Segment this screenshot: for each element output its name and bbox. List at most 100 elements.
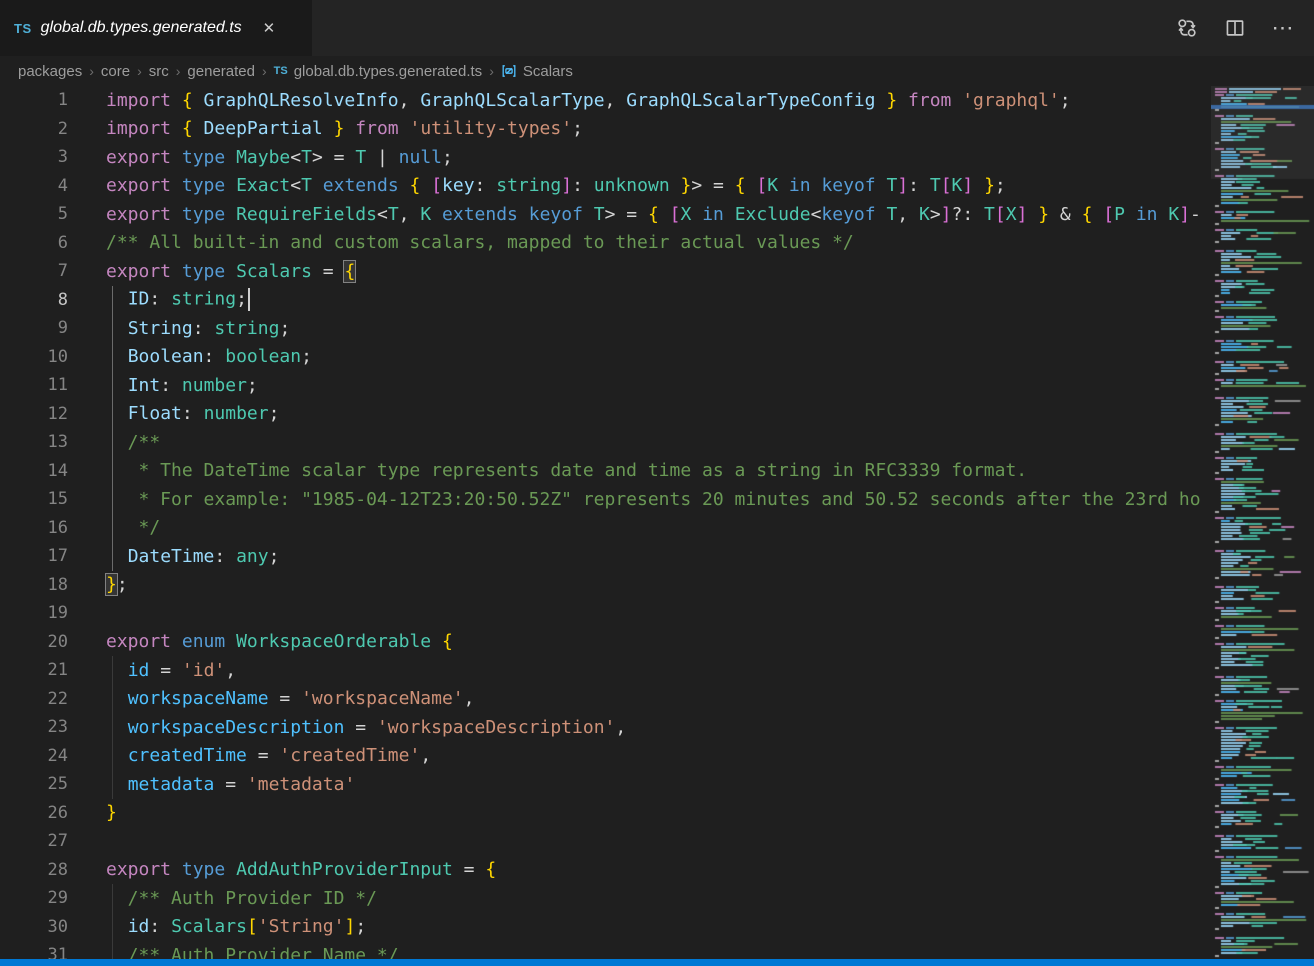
breadcrumb-item[interactable]: src — [149, 63, 169, 80]
code-line-content: Float: number; — [68, 403, 279, 424]
code-line[interactable]: 28export type AddAuthProviderInput = { — [0, 856, 1201, 885]
code-line[interactable]: 2import { DeepPartial } from 'utility-ty… — [0, 115, 1201, 144]
line-number[interactable]: 15 — [0, 489, 68, 509]
code-line[interactable]: 30 id: Scalars['String']; — [0, 913, 1201, 942]
code-line[interactable]: 22 workspaceName = 'workspaceName', — [0, 685, 1201, 714]
code-line-content: export type RequireFields<T, K extends k… — [68, 204, 1201, 225]
code-line-content: export type Exact<T extends { [key: stri… — [68, 175, 1006, 196]
code-line[interactable]: 19 — [0, 599, 1201, 628]
line-number[interactable]: 21 — [0, 660, 68, 680]
close-tab-icon[interactable]: ✕ — [259, 17, 280, 39]
tab-global-db-types-generated[interactable]: TS global.db.types.generated.ts ✕ — [0, 0, 312, 56]
code-line[interactable]: 24 createdTime = 'createdTime', — [0, 742, 1201, 771]
line-number[interactable]: 5 — [0, 204, 68, 224]
more-actions-icon[interactable]: ⋯ — [1270, 15, 1296, 41]
indent-guide — [112, 286, 113, 571]
line-number[interactable]: 24 — [0, 746, 68, 766]
line-number[interactable]: 31 — [0, 945, 68, 959]
code-line-content: export type AddAuthProviderInput = { — [68, 859, 496, 880]
breadcrumb-separator-icon: › — [489, 63, 494, 79]
typescript-file-icon: TS — [274, 65, 288, 77]
code-line[interactable]: 6/** All built-in and custom scalars, ma… — [0, 229, 1201, 258]
line-number[interactable]: 11 — [0, 375, 68, 395]
code-line[interactable]: 8 ID: string; — [0, 286, 1201, 315]
line-number[interactable]: 25 — [0, 774, 68, 794]
code-line[interactable]: 4export type Exact<T extends { [key: str… — [0, 172, 1201, 201]
code-line[interactable]: 5export type RequireFields<T, K extends … — [0, 200, 1201, 229]
editor-actions: ⋯ — [1174, 0, 1304, 56]
line-number[interactable]: 17 — [0, 546, 68, 566]
line-number[interactable]: 16 — [0, 518, 68, 538]
code-line[interactable]: 21 id = 'id', — [0, 656, 1201, 685]
line-number[interactable]: 2 — [0, 119, 68, 139]
code-line[interactable]: 1import { GraphQLResolveInfo, GraphQLSca… — [0, 86, 1201, 115]
breadcrumb-item[interactable]: core — [101, 63, 130, 80]
code-line[interactable]: 14 * The DateTime scalar type represents… — [0, 457, 1201, 486]
text-cursor — [248, 288, 250, 311]
line-number[interactable]: 1 — [0, 90, 68, 110]
code-line[interactable]: 25 metadata = 'metadata' — [0, 770, 1201, 799]
code-line[interactable]: 3export type Maybe<T> = T | null; — [0, 143, 1201, 172]
breadcrumb-item[interactable]: packages — [18, 63, 82, 80]
line-number[interactable]: 19 — [0, 603, 68, 623]
line-number[interactable]: 29 — [0, 888, 68, 908]
code-line[interactable]: 16 */ — [0, 514, 1201, 543]
indent-guide — [112, 656, 113, 799]
code-line-content: workspaceDescription = 'workspaceDescrip… — [68, 717, 626, 738]
code-editor[interactable]: 1import { GraphQLResolveInfo, GraphQLSca… — [0, 86, 1201, 959]
code-line-content: DateTime: any; — [68, 546, 279, 567]
line-number[interactable]: 26 — [0, 803, 68, 823]
line-number[interactable]: 9 — [0, 318, 68, 338]
code-line-content: * For example: "1985-04-12T23:20:50.52Z"… — [68, 489, 1201, 510]
line-number[interactable]: 3 — [0, 147, 68, 167]
code-line-content: import { GraphQLResolveInfo, GraphQLScal… — [68, 90, 1071, 111]
breadcrumb-item[interactable]: TS global.db.types.generated.ts — [274, 63, 483, 80]
breadcrumb-item[interactable]: generated — [187, 63, 255, 80]
line-number[interactable]: 18 — [0, 575, 68, 595]
code-line[interactable]: 20export enum WorkspaceOrderable { — [0, 628, 1201, 657]
line-number[interactable]: 28 — [0, 860, 68, 880]
minimap[interactable] — [1211, 86, 1314, 959]
code-line-content: import { DeepPartial } from 'utility-typ… — [68, 118, 583, 139]
code-area: 1import { GraphQLResolveInfo, GraphQLSca… — [0, 86, 1201, 959]
line-number[interactable]: 27 — [0, 831, 68, 851]
code-line[interactable]: 12 Float: number; — [0, 400, 1201, 429]
line-number[interactable]: 7 — [0, 261, 68, 281]
code-line[interactable]: 10 Boolean: boolean; — [0, 343, 1201, 372]
code-line-content: /** Auth Provider Name */ — [68, 945, 399, 959]
code-line[interactable]: 15 * For example: "1985-04-12T23:20:50.5… — [0, 485, 1201, 514]
minimap-canvas[interactable] — [1211, 86, 1314, 959]
code-line[interactable]: 29 /** Auth Provider ID */ — [0, 884, 1201, 913]
line-number[interactable]: 13 — [0, 432, 68, 452]
code-line[interactable]: 11 Int: number; — [0, 371, 1201, 400]
line-number[interactable]: 30 — [0, 917, 68, 937]
code-line[interactable]: 9 String: string; — [0, 314, 1201, 343]
code-line[interactable]: 27 — [0, 827, 1201, 856]
code-line[interactable]: 26} — [0, 799, 1201, 828]
line-number[interactable]: 10 — [0, 347, 68, 367]
code-line[interactable]: 17 DateTime: any; — [0, 542, 1201, 571]
typescript-file-icon: TS — [14, 21, 32, 36]
code-line-content: export enum WorkspaceOrderable { — [68, 631, 453, 652]
breadcrumb-item-label: src — [149, 63, 169, 80]
code-line[interactable]: 23 workspaceDescription = 'workspaceDesc… — [0, 713, 1201, 742]
line-number[interactable]: 4 — [0, 176, 68, 196]
line-number[interactable]: 6 — [0, 233, 68, 253]
split-editor-icon[interactable] — [1222, 15, 1248, 41]
line-number[interactable]: 14 — [0, 461, 68, 481]
line-number[interactable]: 12 — [0, 404, 68, 424]
code-line-content: Boolean: boolean; — [68, 346, 312, 367]
breadcrumb-separator-icon: › — [176, 63, 181, 79]
line-number[interactable]: 20 — [0, 632, 68, 652]
breadcrumb-item-label: global.db.types.generated.ts — [294, 63, 482, 80]
line-number[interactable]: 22 — [0, 689, 68, 709]
open-changes-icon[interactable] — [1174, 15, 1200, 41]
code-line[interactable]: 31 /** Auth Provider Name */ — [0, 941, 1201, 959]
breadcrumb-item[interactable]: Scalars — [501, 63, 573, 80]
code-line[interactable]: 18}; — [0, 571, 1201, 600]
code-line[interactable]: 13 /** — [0, 428, 1201, 457]
line-number[interactable]: 8 — [0, 290, 68, 310]
code-line[interactable]: 7export type Scalars = { — [0, 257, 1201, 286]
code-line-content: createdTime = 'createdTime', — [68, 745, 431, 766]
line-number[interactable]: 23 — [0, 717, 68, 737]
